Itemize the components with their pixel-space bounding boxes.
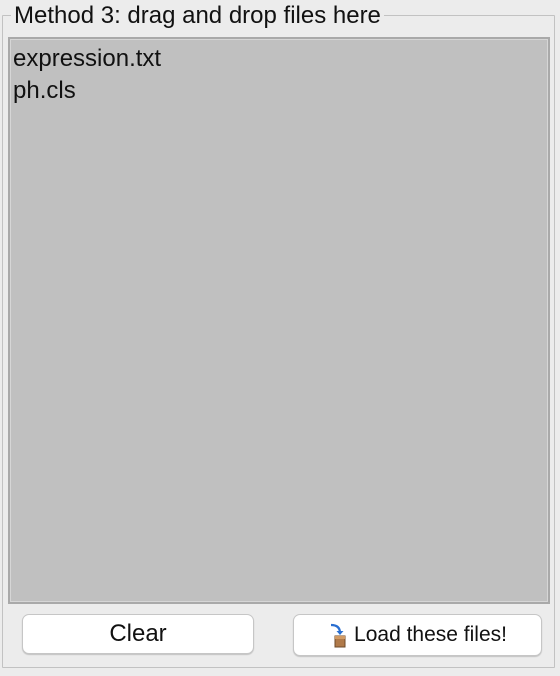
clear-button-label: Clear	[109, 620, 167, 647]
load-files-button[interactable]: Load these files!	[293, 614, 542, 656]
list-item[interactable]: ph.cls	[13, 75, 548, 107]
load-files-button-label: Load these files!	[354, 623, 507, 646]
list-item[interactable]: expression.txt	[13, 43, 548, 75]
drag-and-drop-panel: Method 3: drag and drop files here expre…	[0, 0, 560, 676]
load-file-icon	[328, 622, 346, 648]
file-drop-area[interactable]: expression.txt ph.cls	[8, 37, 550, 604]
panel-title: Method 3: drag and drop files here	[11, 2, 384, 30]
clear-button[interactable]: Clear	[22, 614, 254, 654]
file-list: expression.txt ph.cls	[10, 39, 548, 107]
